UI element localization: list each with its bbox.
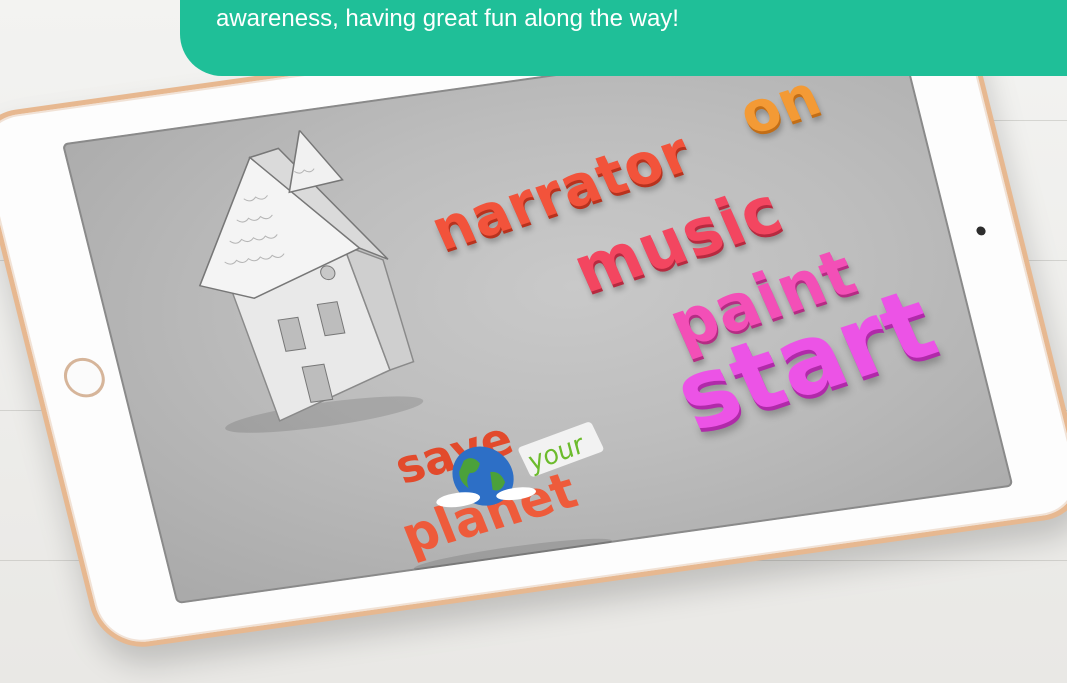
narrator-state-label[interactable]: on (729, 63, 831, 149)
caption-text: awareness, having great fun along the wa… (216, 5, 679, 32)
house-illustration (198, 128, 424, 433)
tablet-device: narrator on music paint start save your … (0, 0, 1067, 653)
